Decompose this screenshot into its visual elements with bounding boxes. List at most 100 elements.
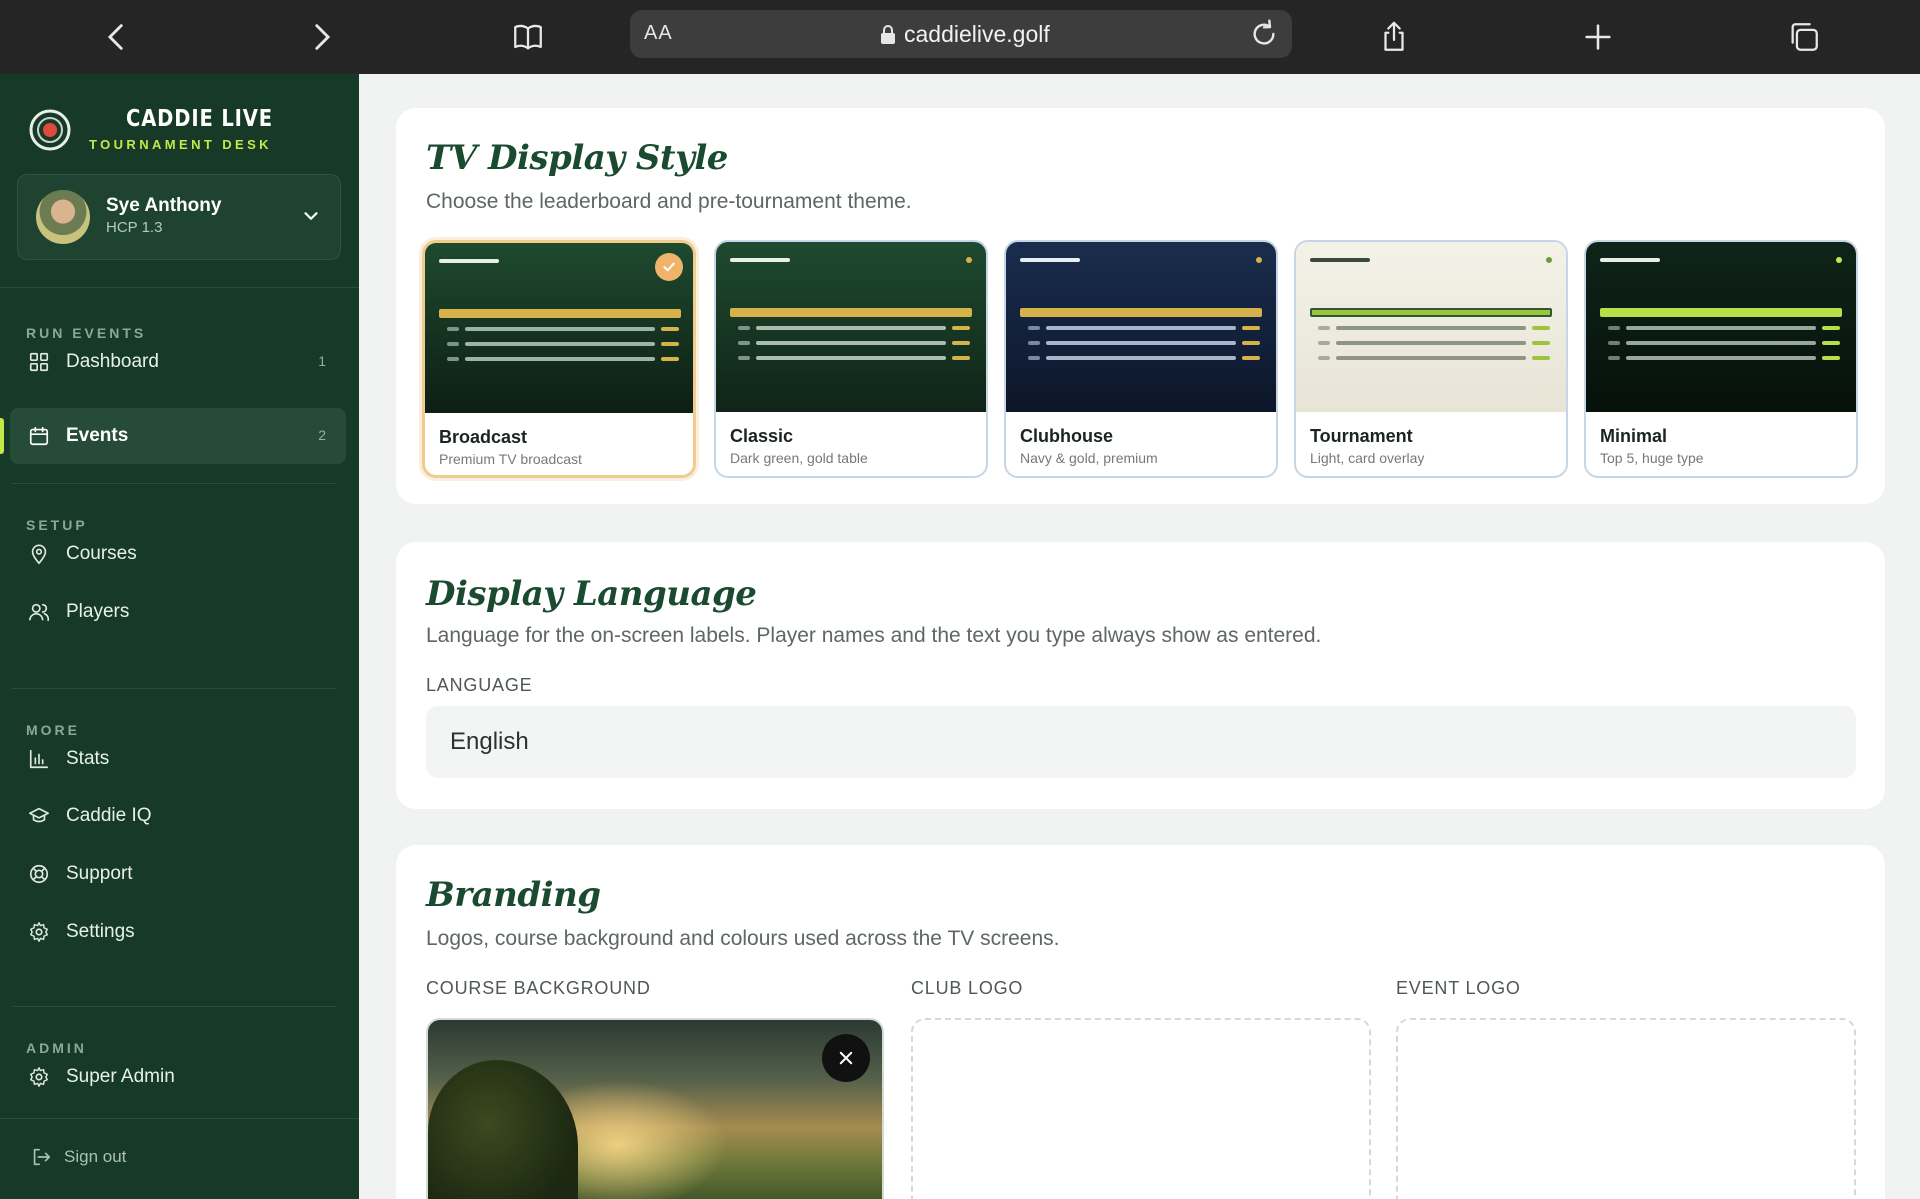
caddie-live-logo-icon: [29, 109, 71, 151]
gear-icon: [30, 922, 48, 942]
lock-icon: [881, 24, 895, 44]
address-bar[interactable]: AA caddielive.golf: [630, 10, 1292, 58]
club-logo-label: CLUB LOGO: [911, 978, 1024, 998]
sidebar-item-label: Support: [66, 863, 133, 884]
sidebar-item-label: Players: [66, 601, 130, 622]
language-label: LANGUAGE: [426, 675, 533, 695]
map-pin-icon: [31, 544, 47, 565]
browser-toolbar: AA caddielive.golf: [0, 0, 1920, 74]
reader-aa-button[interactable]: AA: [644, 22, 673, 45]
sidebar-item-stats[interactable]: Stats: [10, 731, 346, 787]
sidebar-item-label: Events: [66, 425, 129, 446]
theme-description: Light, card overlay: [1310, 450, 1425, 466]
avatar: [36, 190, 90, 244]
forward-icon[interactable]: [296, 12, 346, 62]
sidebar-divider: [12, 483, 336, 484]
brand-title: CADDIE LIVE: [126, 106, 273, 132]
sidebar-divider: [0, 1118, 359, 1119]
theme-option-classic[interactable]: Classic Dark green, gold table: [714, 240, 988, 478]
url-value: caddielive.golf: [904, 21, 1050, 47]
theme-name: Classic: [730, 426, 794, 446]
sidebar-divider: [12, 688, 336, 689]
graduation-cap-icon: [29, 807, 49, 823]
display-language-card: Display Language Language for the on-scr…: [396, 542, 1885, 809]
theme-name: Tournament: [1310, 426, 1413, 446]
users-icon: [29, 603, 50, 622]
theme-preview: [425, 243, 693, 413]
reload-icon[interactable]: [1248, 18, 1280, 50]
theme-preview: [1586, 242, 1856, 412]
section-description: Language for the on-screen labels. Playe…: [426, 624, 1322, 647]
calendar-icon: [29, 426, 49, 446]
theme-name: Broadcast: [439, 427, 528, 447]
bar-chart-icon: [29, 749, 49, 769]
sidebar-item-count: 1: [318, 353, 326, 369]
active-indicator: [0, 418, 4, 454]
theme-preview: [716, 242, 986, 412]
sign-out-button[interactable]: Sign out: [30, 1146, 126, 1168]
language-select[interactable]: English: [426, 706, 1856, 778]
theme-description: Dark green, gold table: [730, 450, 868, 466]
theme-name: Minimal: [1600, 426, 1668, 446]
sidebar-item-count: 2: [318, 427, 326, 443]
theme-option-clubhouse[interactable]: Clubhouse Navy & gold, premium: [1004, 240, 1278, 478]
sidebar-item-label: Caddie IQ: [66, 805, 152, 826]
theme-name: Clubhouse: [1020, 426, 1113, 446]
bookmarks-icon[interactable]: [503, 12, 553, 62]
tv-display-style-card: TV Display Style Choose the leaderboard …: [396, 108, 1885, 504]
theme-description: Navy & gold, premium: [1020, 450, 1158, 466]
back-icon[interactable]: [92, 12, 142, 62]
check-icon: [655, 253, 683, 281]
event-logo-upload[interactable]: [1396, 1018, 1856, 1199]
url-text: caddielive.golf: [880, 21, 1050, 48]
sidebar-item-label: Courses: [66, 543, 137, 564]
sidebar-item-settings[interactable]: Settings: [10, 904, 346, 960]
branding-card: Branding Logos, course background and co…: [396, 845, 1885, 1199]
chevron-down-icon: [304, 212, 318, 220]
new-tab-icon[interactable]: [1573, 12, 1623, 62]
sidebar-divider: [0, 287, 359, 288]
theme-preview: [1006, 242, 1276, 412]
tabs-icon[interactable]: [1779, 12, 1829, 62]
sign-out-label: Sign out: [64, 1147, 127, 1166]
event-logo-label: EVENT LOGO: [1396, 978, 1521, 998]
remove-background-button[interactable]: [822, 1034, 870, 1082]
sidebar: CADDIE LIVE TOURNAMENT DESK Sye Anthony …: [0, 74, 359, 1199]
gear-icon: [30, 1067, 48, 1087]
user-handicap: HCP 1.3: [106, 219, 163, 236]
dashboard-grid-icon: [29, 352, 49, 372]
sidebar-item-label: Stats: [66, 748, 110, 769]
theme-option-tournament[interactable]: Tournament Light, card overlay: [1294, 240, 1568, 478]
theme-description: Premium TV broadcast: [439, 451, 582, 467]
close-icon: [839, 1051, 853, 1065]
sidebar-item-courses[interactable]: Courses: [10, 526, 346, 582]
theme-preview: [1296, 242, 1566, 412]
sidebar-item-label: Settings: [66, 921, 135, 942]
sidebar-item-label: Super Admin: [66, 1066, 175, 1087]
section-description: Choose the leaderboard and pre-tournamen…: [426, 190, 912, 213]
sidebar-item-caddie-iq[interactable]: Caddie IQ: [10, 788, 346, 844]
sidebar-item-players[interactable]: Players: [10, 584, 346, 640]
sidebar-item-label: Dashboard: [66, 351, 159, 372]
brand-subtitle: TOURNAMENT DESK: [89, 137, 272, 152]
sidebar-item-events[interactable]: Events 2: [10, 408, 346, 464]
section-title: TV Display Style: [426, 138, 728, 178]
life-buoy-icon: [29, 864, 49, 884]
user-name: Sye Anthony: [106, 195, 222, 216]
section-title: Display Language: [426, 574, 757, 614]
language-value: English: [450, 728, 529, 755]
log-out-icon: [33, 1148, 51, 1166]
sidebar-item-support[interactable]: Support: [10, 846, 346, 902]
section-description: Logos, course background and colours use…: [426, 927, 1060, 950]
sidebar-item-dashboard[interactable]: Dashboard 1: [10, 334, 346, 390]
course-background-image: [426, 1018, 884, 1199]
sidebar-item-super-admin[interactable]: Super Admin: [10, 1049, 346, 1105]
sidebar-divider: [12, 1006, 336, 1007]
club-logo-upload[interactable]: [911, 1018, 1371, 1199]
user-switcher[interactable]: Sye Anthony HCP 1.3: [17, 174, 341, 260]
theme-option-minimal[interactable]: Minimal Top 5, huge type: [1584, 240, 1858, 478]
theme-description: Top 5, huge type: [1600, 450, 1704, 466]
section-title: Branding: [426, 875, 601, 915]
share-icon[interactable]: [1369, 12, 1419, 62]
theme-option-broadcast[interactable]: Broadcast Premium TV broadcast: [422, 240, 696, 478]
